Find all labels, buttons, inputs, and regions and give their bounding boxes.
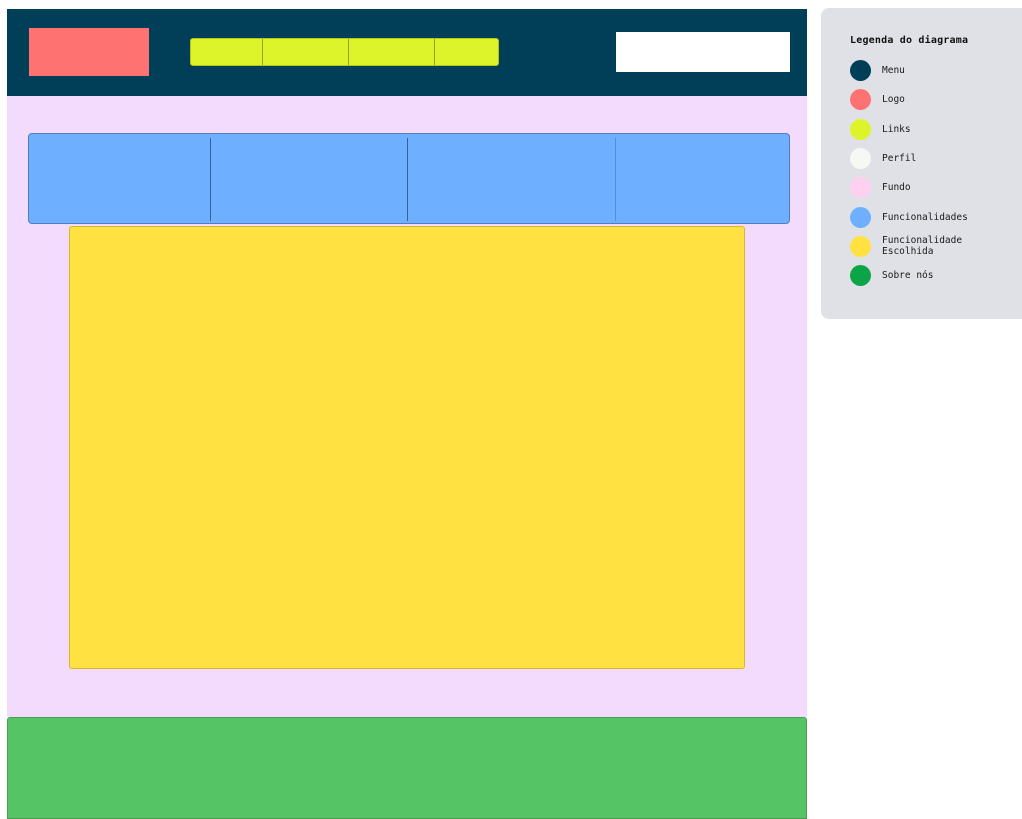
legend-label: Menu: [882, 65, 905, 77]
legend-label: Fundo: [882, 182, 911, 194]
legend-label: Logo: [882, 94, 905, 106]
legend-swatch: [850, 118, 871, 140]
legend-item: Funcionalidades: [850, 202, 1022, 231]
sobre-nos-footer: [7, 717, 807, 819]
funcionalidade-divider: [407, 138, 408, 221]
legend-item: Links: [850, 115, 1022, 144]
perfil-box[interactable]: [616, 32, 790, 72]
legend-swatch: [850, 177, 871, 199]
legend-label: Funcionalidades: [882, 211, 968, 223]
legend-label: Perfil: [882, 153, 917, 165]
legend-title: Legenda do diagrama: [850, 35, 969, 46]
legend-swatch: [850, 265, 871, 287]
funcionalidades-bar[interactable]: [28, 133, 790, 224]
link-divider: [348, 39, 349, 65]
legend-swatch: [850, 148, 871, 170]
legend-item: Funcionalidade Escolhida: [850, 232, 1022, 261]
legend-swatch: [850, 60, 871, 82]
legend-item: Fundo: [850, 173, 1022, 202]
funcionalidade-divider: [615, 138, 616, 221]
legend-label: Sobre nós: [882, 270, 934, 282]
legend-label: Links: [882, 123, 911, 135]
links-bar[interactable]: [190, 38, 499, 66]
link-divider: [434, 39, 435, 65]
diagram-legend: Legenda do diagrama Menu Logo Links Perfil F…: [821, 8, 1022, 319]
legend-swatch: [850, 235, 871, 257]
legend-item: Logo: [850, 85, 1022, 114]
legend-swatch: [850, 89, 871, 111]
logo-placeholder[interactable]: [29, 28, 149, 76]
legend-item: Sobre nós: [850, 261, 1022, 290]
link-divider: [262, 39, 263, 65]
funcionalidade-divider: [210, 138, 211, 221]
legend-item: Perfil: [850, 144, 1022, 173]
legend-list: Menu Logo Links Perfil Fundo Funcionalidades F…: [850, 56, 1022, 290]
legend-item: Menu: [850, 56, 1022, 85]
legend-label: Funcionalidade Escolhida: [882, 235, 963, 258]
funcionalidade-escolhida-panel: [69, 226, 745, 669]
legend-swatch: [850, 206, 871, 228]
